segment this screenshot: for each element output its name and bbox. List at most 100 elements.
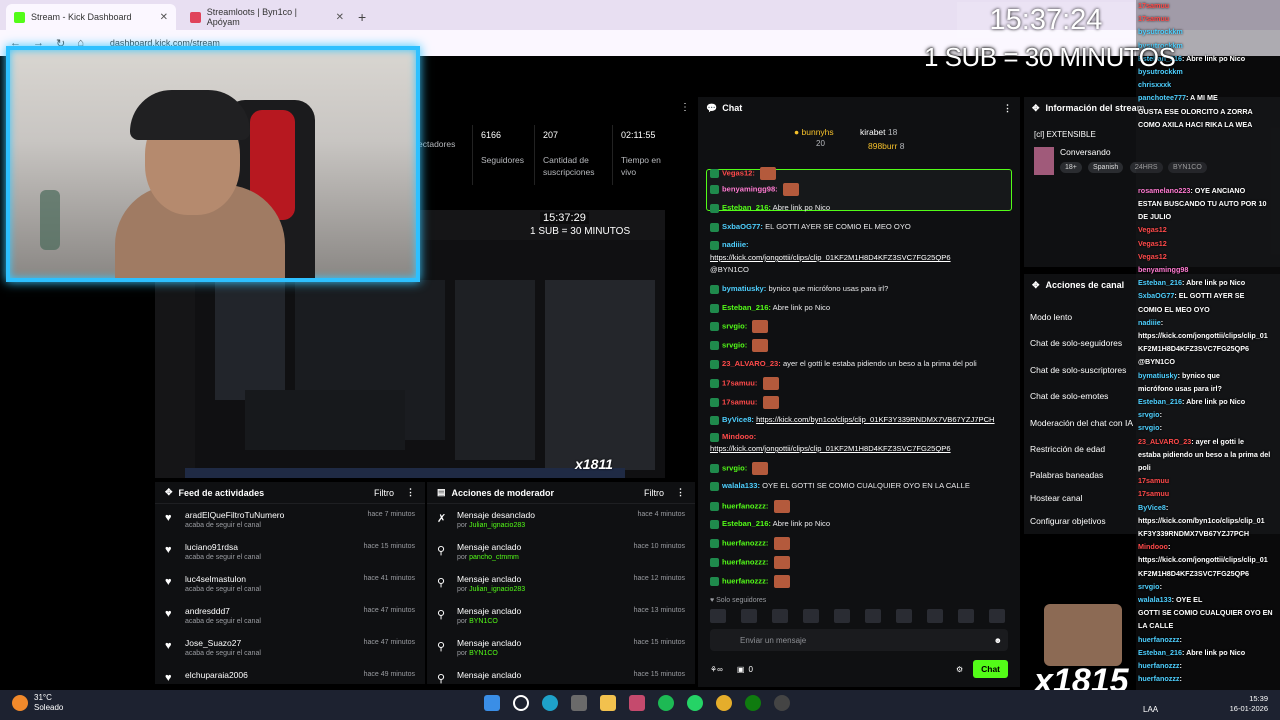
chat-message: Esteban_216: Abre link po Nico [710,203,1012,213]
close-tab-icon[interactable]: ✕ [336,12,344,23]
emote-4[interactable] [803,609,819,623]
overlay-chat-user: ByVice8 [1138,502,1166,512]
spotify-icon[interactable] [658,695,674,711]
emote-3[interactable] [772,609,788,623]
chat-username[interactable]: huerfanozzz: [722,558,768,567]
overlay-chat-line: @BYN1CO [1138,358,1175,366]
chrome-icon[interactable] [716,695,732,711]
weather-widget[interactable]: 31°C Soleado [12,693,63,713]
chat-username[interactable]: SxbaOG77: [722,222,763,231]
move-handle-icon[interactable]: ✥ [1032,280,1040,291]
action-banned-words[interactable]: Palabras baneadas [1030,470,1103,480]
chat-username[interactable]: 17samuu: [722,398,757,407]
mod-item[interactable]: ⚲ Mensaje anclado por pancho_ctmmm hace … [427,536,695,568]
action-slow-mode[interactable]: Modo lento [1030,312,1072,322]
mod-filter-button[interactable]: Filtro [644,488,664,498]
explorer-icon[interactable] [600,695,616,711]
activity-menu-icon[interactable]: ⋮ [406,487,415,498]
chat-username[interactable]: Vegas12: [722,169,755,178]
mod-item[interactable]: ⚲ Mensaje anclado por BYN1CO hace 13 min… [427,600,695,632]
chat-username[interactable]: huerfanozzz: [722,577,768,586]
tab-kick-dashboard[interactable]: Stream - Kick Dashboard ✕ [6,4,176,30]
action-subs-only[interactable]: Chat de solo-suscriptores [1030,365,1126,375]
activity-filter-button[interactable]: Filtro [374,488,394,498]
send-chat-button[interactable]: Chat [973,660,1008,678]
feed-item[interactable]: ♥ luc4selmastulon acaba de seguir el can… [155,568,425,600]
chat-username[interactable]: benyamingg98: [722,185,778,194]
chat-message: 17samuu: [710,396,1012,409]
windows-start-icon[interactable] [484,695,500,711]
chat-username[interactable]: srvgio: [722,341,747,350]
language-indicator[interactable]: LAA [1143,705,1158,714]
mod-menu-icon[interactable]: ⋮ [676,487,685,498]
chat-username[interactable]: Esteban_216: [722,519,771,528]
overlay-chat-line: KF2M1H8D4KFZ3SVC7FG25QP6 [1138,569,1249,578]
feed-time: hace 47 minutos [363,639,415,646]
search-icon[interactable] [513,695,529,711]
action-set-goals[interactable]: Configurar objetivos [1030,516,1106,526]
chat-username[interactable]: ByVice8: [722,415,754,424]
mod-item[interactable]: ✗ Mensaje desanclado por Julian_ignacio2… [427,504,695,536]
emote-2[interactable] [741,609,757,623]
feed-item[interactable]: ♥ luciano91rdsa acaba de seguir el canal… [155,536,425,568]
tab-streamloots[interactable]: Streamloots | Byn1co | Apóyam ✕ [182,4,352,30]
obs-icon[interactable] [774,695,790,711]
store-icon[interactable] [571,695,587,711]
action-host-channel[interactable]: Hostear canal [1030,493,1082,503]
stream-panel-menu-icon[interactable]: ⋮ [680,102,690,113]
feed-item[interactable]: ♥ aradElQueFiltroTuNumero acaba de segui… [155,504,425,536]
emote-8[interactable] [927,609,943,623]
emoji-icon[interactable]: ☻ [994,636,1002,645]
mod-item[interactable]: ⚲ Mensaje anclado por BYN1CO hace 15 min… [427,632,695,664]
system-tray[interactable]: 15:39 16-01-2026 [1230,694,1268,714]
chat-link[interactable]: https://kick.com/byn1co/clips/clip_01KF3… [756,415,994,424]
chat-username[interactable]: 23_ALVARO_23: [722,359,781,368]
chat-menu-icon[interactable]: ⋮ [1003,103,1012,114]
new-tab-icon[interactable]: + [358,4,366,30]
chat-settings-icon[interactable]: ⚙ [956,665,963,674]
mod-action-time: hace 4 minutos [637,511,685,518]
overlay-chat-line: Esteban_216: Abre link po Nico [1138,279,1245,287]
action-emotes-only[interactable]: Chat de solo-emotes [1030,391,1108,401]
snipping-icon[interactable] [629,695,645,711]
feed-item[interactable]: ♥ Jose_Suazo27 acaba de seguir el canal … [155,632,425,664]
chat-username[interactable]: bymatiusky: [722,284,766,293]
action-followers-only[interactable]: Chat de solo-seguidores [1030,338,1122,348]
emote-10[interactable] [989,609,1005,623]
chat-link[interactable]: https://kick.com/jongottii/clips/clip_01… [710,444,951,453]
chat-username[interactable]: nadiiie: [722,240,749,249]
action-age-restriction[interactable]: Restricción de edad [1030,444,1105,454]
chat-link[interactable]: https://kick.com/jongottii/clips/clip_01… [710,253,951,262]
emote-5[interactable] [834,609,850,623]
chat-username[interactable]: Esteban_216: [722,203,771,212]
chat-username[interactable]: Mindooo: [722,432,756,441]
overlay-chat-line: huerfanozzz: [1138,661,1182,670]
subscriber-badge-icon [710,502,719,511]
mod-item[interactable]: ⚲ Mensaje anclado por Julian_ignacio283 … [427,568,695,600]
emote-7[interactable] [896,609,912,623]
action-ai-moderation[interactable]: Moderación del chat con IA [1030,418,1133,428]
move-handle-icon[interactable]: ✥ [1032,103,1040,114]
edge-icon[interactable] [542,695,558,711]
emote-6[interactable] [865,609,881,623]
overlay-chat-line: https://kick.com/jongottii/clips/clip_01 [1138,331,1268,340]
whatsapp-icon[interactable] [687,695,703,711]
chat-username[interactable]: huerfanozzz: [722,502,768,511]
chat-username[interactable]: 17samuu: [722,379,757,388]
chat-username[interactable]: srvgio: [722,322,747,331]
chat-emote [762,377,779,390]
move-handle-icon[interactable]: ✥ [165,487,173,498]
points-icon[interactable]: ⚘∞ [710,665,723,674]
gift-icon[interactable]: ▣ [737,665,745,674]
chat-username[interactable]: huerfanozzz: [722,539,768,548]
chat-input[interactable]: Enviar un mensaje ☻ [710,629,1008,651]
emote-1[interactable] [710,609,726,623]
chat-username[interactable]: Esteban_216: [722,303,771,312]
chat-username[interactable]: walala133: [722,481,760,490]
chat-username[interactable]: srvgio: [722,464,747,473]
xbox-icon[interactable] [745,695,761,711]
subscriber-badge-icon [710,558,719,567]
emote-9[interactable] [958,609,974,623]
close-tab-icon[interactable]: ✕ [160,12,168,23]
feed-item[interactable]: ♥ andresddd7 acaba de seguir el canal ha… [155,600,425,632]
